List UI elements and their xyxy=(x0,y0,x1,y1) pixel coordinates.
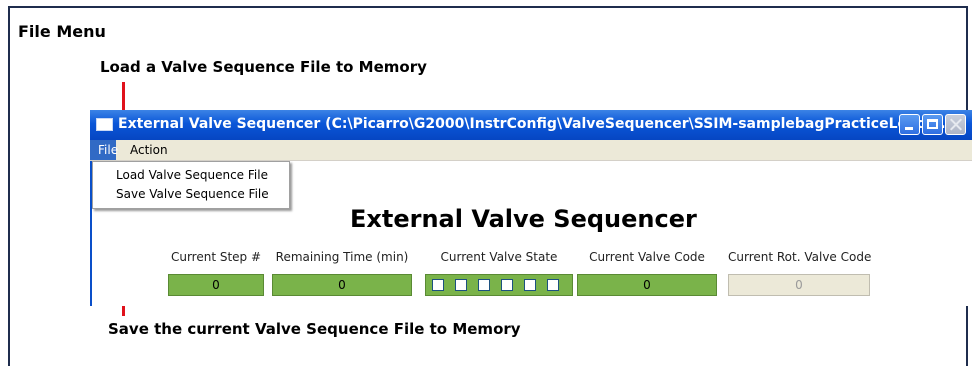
window-app-icon xyxy=(96,118,113,131)
valve-checkbox[interactable] xyxy=(524,279,536,291)
current-valve-state-label: Current Valve State xyxy=(440,250,558,264)
save-annotation: Save the current Valve Sequence File to … xyxy=(108,320,521,338)
menu-action[interactable]: Action xyxy=(130,143,168,157)
file-dropdown-menu: Load Valve Sequence File Save Valve Sequ… xyxy=(92,161,290,209)
load-annotation: Load a Valve Sequence File to Memory xyxy=(100,58,427,76)
valve-checkbox[interactable] xyxy=(501,279,513,291)
window-title: External Valve Sequencer (C:\Picarro\G20… xyxy=(118,116,957,132)
valve-checkbox[interactable] xyxy=(478,279,490,291)
maximize-icon[interactable] xyxy=(922,114,943,135)
save-valve-sequence-item[interactable]: Save Valve Sequence File xyxy=(116,187,269,201)
page-heading: File Menu xyxy=(18,22,106,41)
window-titlebar[interactable]: External Valve Sequencer (C:\Picarro\G20… xyxy=(90,110,972,140)
current-step-label: Current Step # xyxy=(170,250,262,264)
valve-checkbox[interactable] xyxy=(432,279,444,291)
valve-checkbox[interactable] xyxy=(455,279,467,291)
current-rot-valve-code-label: Current Rot. Valve Code xyxy=(728,250,872,264)
minimize-icon[interactable] xyxy=(899,114,920,135)
current-valve-state xyxy=(425,274,573,296)
valve-checkbox[interactable] xyxy=(547,279,559,291)
current-valve-code-label: Current Valve Code xyxy=(589,250,705,264)
app-title: External Valve Sequencer xyxy=(350,205,697,233)
current-step-value: 0 xyxy=(168,274,264,296)
menu-file[interactable]: File xyxy=(90,140,118,160)
menu-bar: File Action xyxy=(90,140,972,161)
current-valve-code-value: 0 xyxy=(577,274,717,296)
remaining-time-value: 0 xyxy=(272,274,412,296)
valve-sequencer-window: External Valve Sequencer (C:\Picarro\G20… xyxy=(90,110,972,306)
close-icon[interactable] xyxy=(945,114,966,135)
current-rot-valve-code-value: 0 xyxy=(728,274,870,296)
remaining-time-label: Remaining Time (min) xyxy=(275,250,409,264)
load-valve-sequence-item[interactable]: Load Valve Sequence File xyxy=(116,168,268,182)
